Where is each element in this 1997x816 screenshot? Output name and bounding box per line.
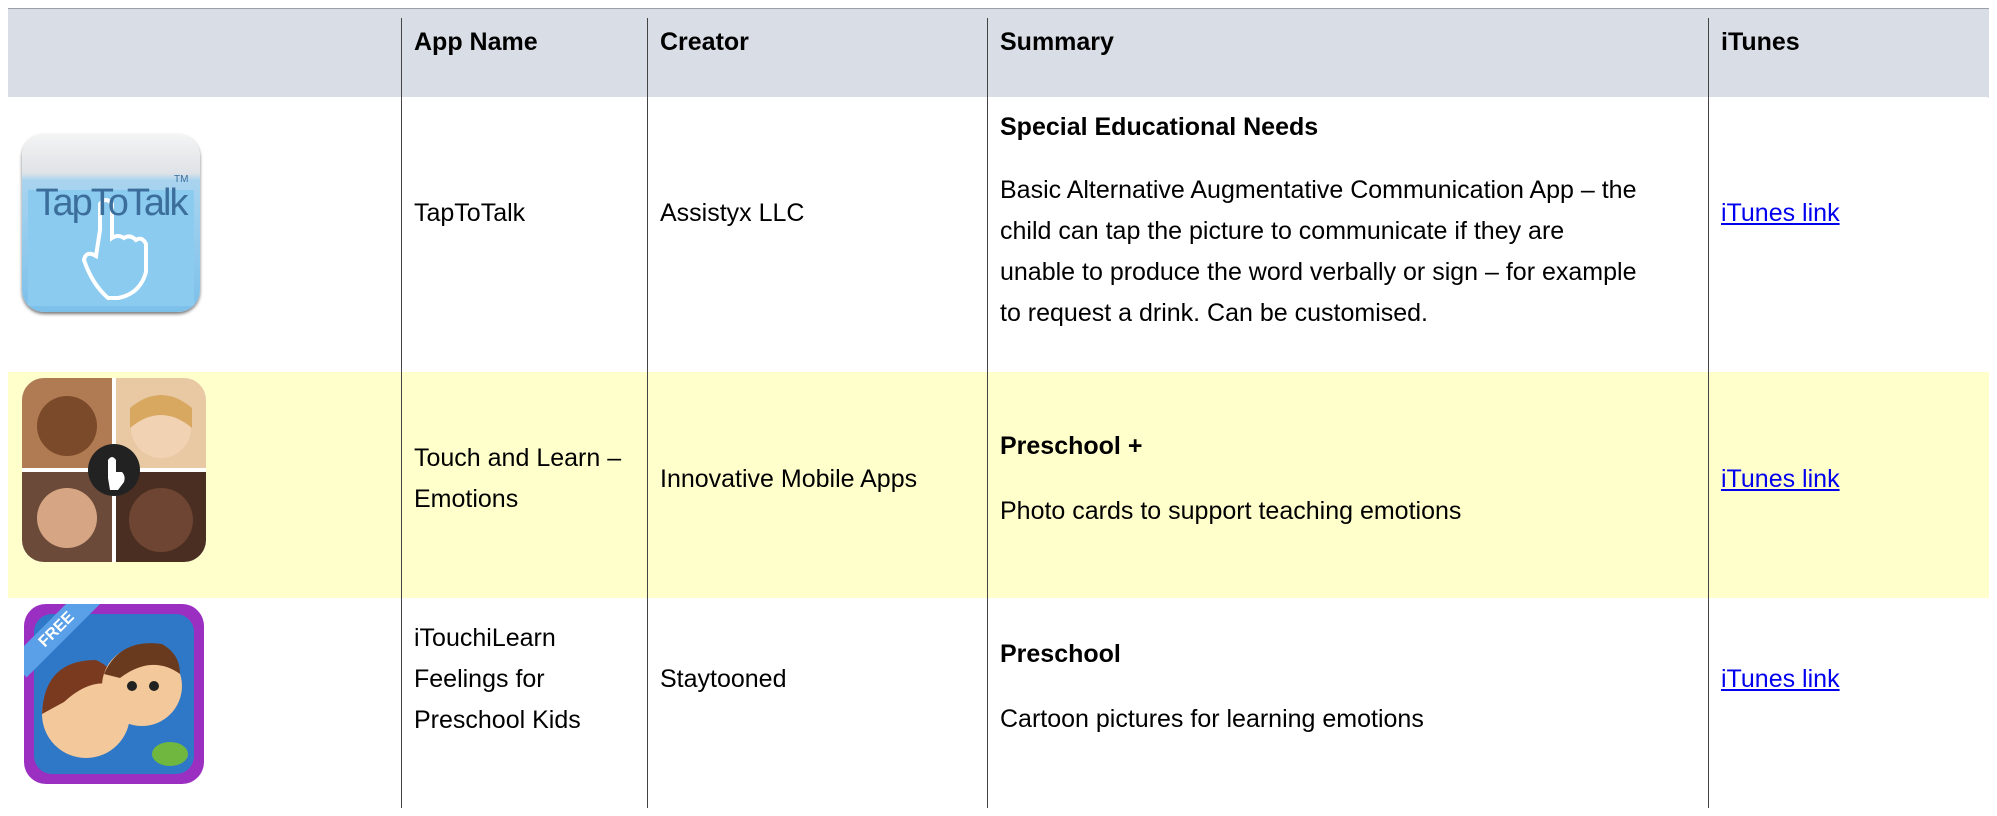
header-summary: Summary — [1000, 28, 1114, 56]
taptotalk-app-icon: TapToTalk TM — [22, 134, 200, 312]
taptotalk-logo-text: TapToTalk — [35, 182, 189, 224]
children-faces-icon — [22, 378, 206, 562]
creator-cell: Staytooned — [660, 665, 787, 693]
summary-line: unable to produce the word verbally or s… — [1000, 258, 1637, 286]
summary-line: Basic Alternative Augmentative Communica… — [1000, 176, 1637, 204]
touch-and-learn-emotions-app-icon — [22, 378, 206, 562]
app-name-cell: TapToTalk — [414, 199, 526, 227]
apps-table: App Name Creator Summary iTunes TapToTal… — [8, 8, 1989, 808]
itunes-link[interactable]: iTunes link — [1721, 465, 1840, 493]
creator-cell: Assistyx LLC — [660, 199, 805, 227]
itunes-link[interactable]: iTunes link — [1721, 665, 1840, 693]
itunes-link[interactable]: iTunes link — [1721, 199, 1840, 227]
app-name-line: Feelings for — [414, 665, 545, 693]
app-name-line: Touch and Learn – — [414, 444, 622, 472]
app-name-line: iTouchiLearn — [414, 624, 556, 652]
header-itunes: iTunes — [1721, 28, 1800, 56]
app-name-line: Preschool Kids — [414, 706, 581, 734]
table-row-highlight — [8, 372, 1989, 598]
summary-title: Preschool — [1000, 640, 1121, 668]
summary-text: Cartoon pictures for learning emotions — [1000, 705, 1424, 733]
summary-title: Special Educational Needs — [1000, 113, 1319, 141]
header-app-name: App Name — [414, 28, 538, 56]
column-divider — [1708, 18, 1709, 808]
column-divider — [401, 18, 402, 808]
app-name-line: Emotions — [414, 485, 519, 513]
summary-text: Photo cards to support teaching emotions — [1000, 497, 1462, 525]
creator-cell: Innovative Mobile Apps — [660, 465, 918, 493]
column-divider — [647, 18, 648, 808]
summary-title: Preschool + — [1000, 432, 1143, 460]
itouchilearn-feelings-app-icon: FREE — [24, 604, 204, 784]
trademark-mark: TM — [174, 174, 189, 185]
table-header-row — [8, 8, 1989, 97]
header-creator: Creator — [660, 28, 749, 56]
summary-line: to request a drink. Can be customised. — [1000, 299, 1429, 327]
column-divider — [1988, 18, 1989, 98]
summary-line: child can tap the picture to communicate… — [1000, 217, 1565, 245]
column-divider — [987, 18, 988, 808]
